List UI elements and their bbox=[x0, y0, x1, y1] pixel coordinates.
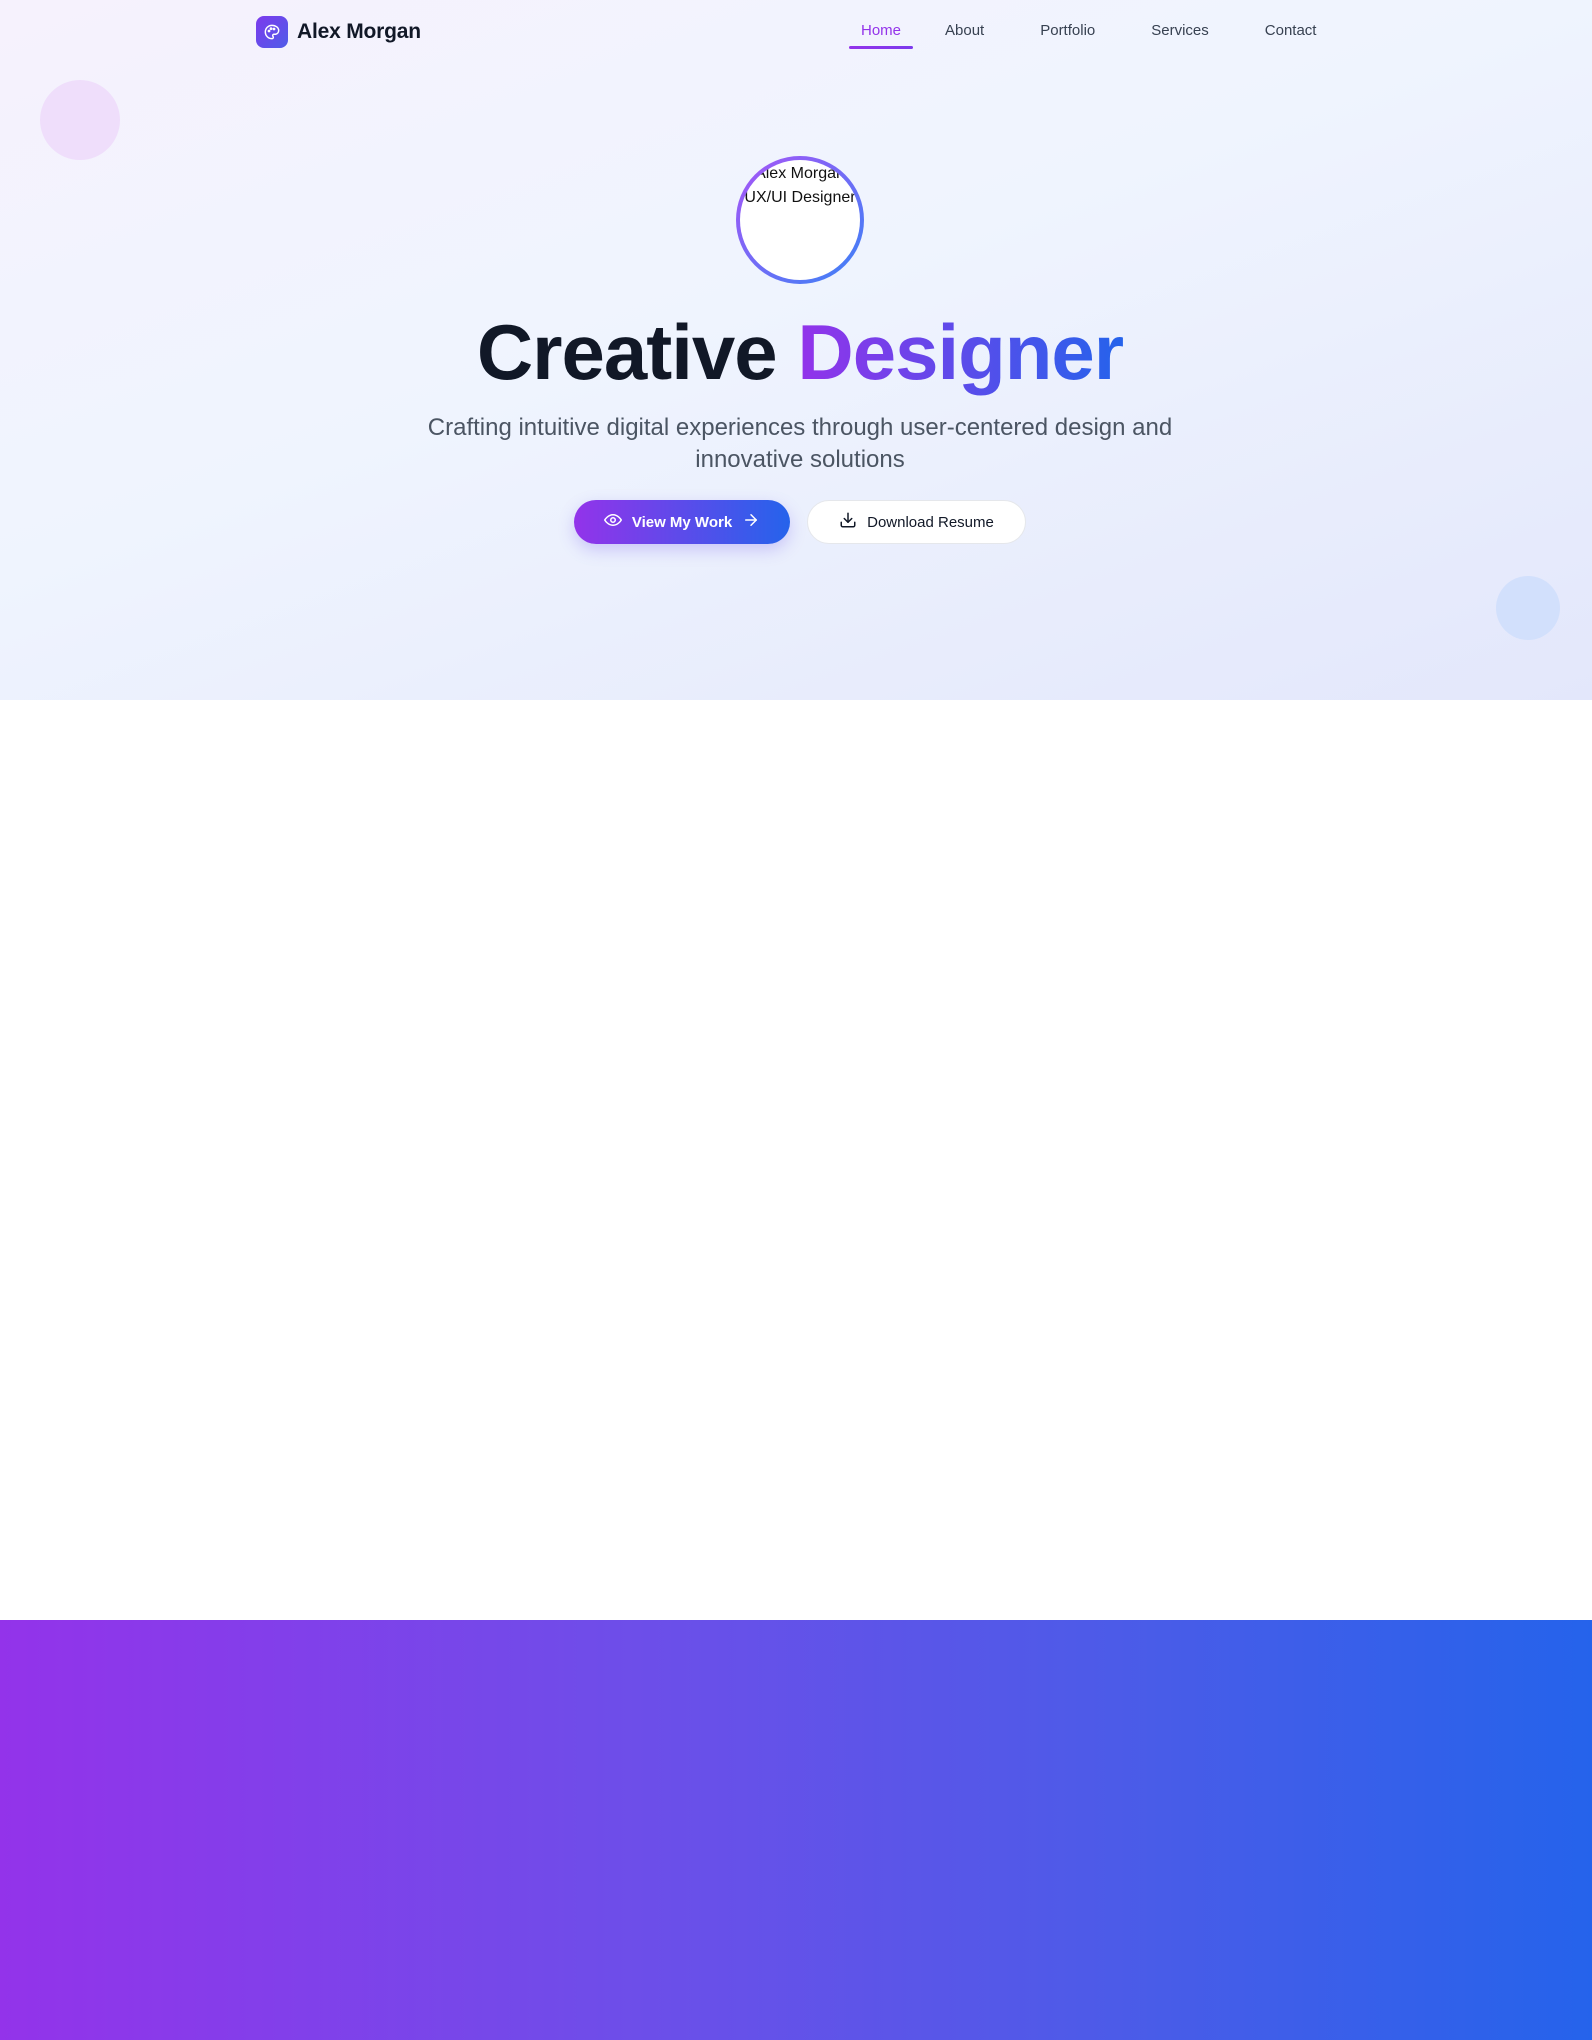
top-navbar: Alex Morgan Home About Portfolio Service… bbox=[0, 0, 1592, 64]
headline-plain: Creative bbox=[476, 308, 778, 396]
avatar-alt-line-2: UX/UI Designer bbox=[744, 189, 856, 206]
view-my-work-label: View My Work bbox=[631, 513, 733, 531]
nav-item-home[interactable]: Home bbox=[849, 18, 914, 49]
nav-item-portfolio[interactable]: Portfolio bbox=[1028, 18, 1107, 49]
hero-headline: Creative Designer bbox=[0, 304, 1592, 400]
nav-item-services[interactable]: Services bbox=[1139, 18, 1221, 49]
nav-item-contact[interactable]: Contact bbox=[1253, 18, 1329, 49]
avatar-image: Alex Morgan UX/UI Designer bbox=[740, 160, 860, 280]
nav-links: Home About Portfolio Services Contact bbox=[849, 18, 1328, 49]
brand-name: Alex Morgan bbox=[297, 20, 421, 43]
headline-accent: Designer bbox=[797, 308, 1124, 396]
download-resume-button[interactable]: Download Resume bbox=[807, 500, 1026, 544]
hero-section: Alex Morgan Home About Portfolio Service… bbox=[0, 0, 1592, 700]
view-my-work-button[interactable]: View My Work bbox=[574, 500, 790, 544]
palette-icon bbox=[256, 16, 288, 48]
avatar-alt-line-1: Alex Morgan bbox=[755, 165, 845, 182]
download-resume-label: Download Resume bbox=[867, 513, 994, 531]
arrow-right-icon bbox=[742, 511, 760, 533]
decorative-circle-blue bbox=[1496, 576, 1560, 640]
avatar-alt-text: Alex Morgan UX/UI Designer bbox=[740, 162, 860, 210]
brand[interactable]: Alex Morgan bbox=[256, 16, 421, 48]
eye-icon bbox=[603, 511, 622, 533]
hero-subtitle: Crafting intuitive digital experiences t… bbox=[427, 414, 1173, 473]
decorative-circle-pink bbox=[40, 80, 120, 160]
nav-item-about[interactable]: About bbox=[933, 18, 996, 49]
download-icon bbox=[839, 511, 857, 533]
avatar: Alex Morgan UX/UI Designer bbox=[736, 156, 864, 284]
gradient-section bbox=[0, 1620, 1592, 2040]
